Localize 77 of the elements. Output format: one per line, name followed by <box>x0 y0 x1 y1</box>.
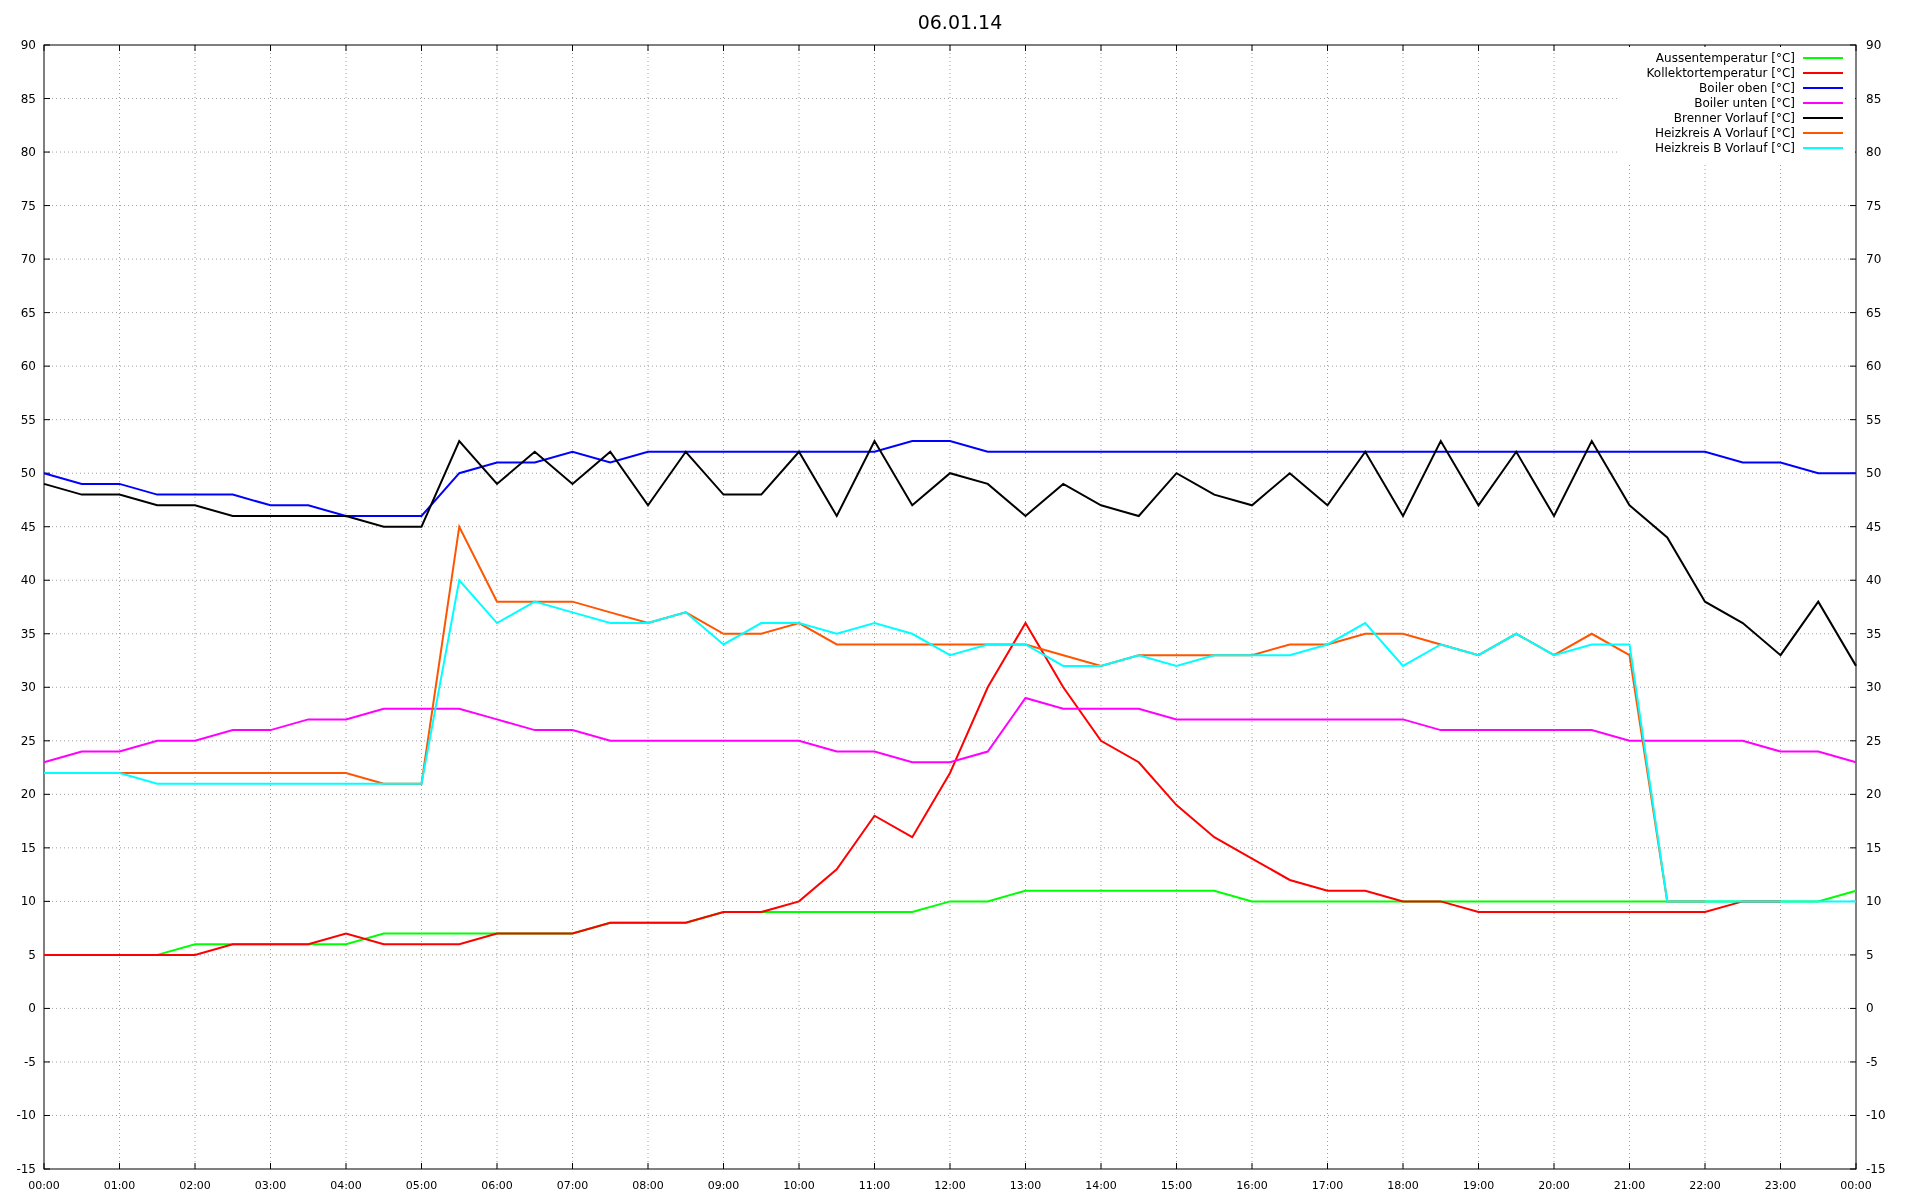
y-tick-label: 80 <box>20 145 36 160</box>
y-tick-label: 55 <box>20 412 36 427</box>
y-tick-label: 60 <box>1866 359 1882 374</box>
y-tick-label: 45 <box>20 519 36 534</box>
y-tick-label: 0 <box>28 1001 36 1016</box>
x-tick-label: 17:00 <box>1311 1179 1344 1192</box>
y-tick-label: 40 <box>20 573 36 588</box>
y-tick-label: 85 <box>1866 91 1882 106</box>
y-tick-label: -15 <box>1866 1162 1886 1176</box>
x-tick-label: 03:00 <box>254 1179 287 1192</box>
x-tick-label: 16:00 <box>1236 1179 1268 1192</box>
y-tick-label: 55 <box>1866 412 1882 427</box>
x-tick-label: 06:00 <box>481 1179 513 1192</box>
x-tick-label: 12:00 <box>934 1179 966 1192</box>
x-tick-label: 23:00 <box>1764 1179 1797 1192</box>
y-tick-label: -15 <box>16 1162 36 1176</box>
y-tick-label: 5 <box>1866 947 1874 962</box>
x-tick-label: 15:00 <box>1160 1179 1193 1192</box>
y-tick-label: -5 <box>1866 1054 1878 1069</box>
y-tick-label: -10 <box>16 1108 36 1123</box>
x-tick-label: 19:00 <box>1462 1179 1495 1192</box>
x-tick-label: 08:00 <box>632 1179 664 1192</box>
y-tick-label: 40 <box>1866 573 1882 588</box>
x-tick-label: 01:00 <box>103 1179 136 1192</box>
chart-title: 06.01.14 <box>917 11 1003 33</box>
y-tick-label: 25 <box>20 733 36 748</box>
y-tick-label: 20 <box>1866 787 1882 802</box>
y-tick-label: -10 <box>1866 1108 1886 1123</box>
y-tick-label: 60 <box>20 359 36 374</box>
x-tick-label: 07:00 <box>556 1179 589 1192</box>
legend-label: Kollektortemperatur [°C] <box>1646 66 1795 80</box>
legend-label: Heizkreis A Vorlauf [°C] <box>1654 126 1795 140</box>
y-tick-label: 35 <box>20 626 36 641</box>
y-tick-label: 50 <box>20 466 36 481</box>
x-tick-label: 02:00 <box>179 1179 211 1192</box>
legend-label: Boiler unten [°C] <box>1694 96 1795 110</box>
x-tick-label: 18:00 <box>1387 1179 1419 1192</box>
x-tick-label: 05:00 <box>405 1179 438 1192</box>
y-tick-label: 30 <box>1866 680 1882 695</box>
y-tick-label: 35 <box>1866 626 1882 641</box>
y-tick-label: 20 <box>20 787 36 802</box>
y-tick-label: 25 <box>1866 733 1882 748</box>
x-tick-label: 20:00 <box>1538 1179 1570 1192</box>
y-tick-label: 75 <box>1866 198 1882 213</box>
y-tick-label: 15 <box>20 840 36 855</box>
legend-label: Brenner Vorlauf [°C] <box>1673 111 1795 125</box>
legend-label: Boiler oben [°C] <box>1699 81 1795 95</box>
y-tick-label: 80 <box>1866 145 1882 160</box>
y-tick-label: 90 <box>1866 38 1882 52</box>
y-tick-label: 30 <box>20 680 36 695</box>
x-tick-label: 00:00 <box>1840 1179 1872 1192</box>
x-tick-label: 21:00 <box>1613 1179 1646 1192</box>
y-tick-label: 65 <box>20 305 36 320</box>
y-tick-label: 10 <box>1866 894 1882 909</box>
x-tick-label: 10:00 <box>783 1179 815 1192</box>
y-tick-label: 45 <box>1866 519 1882 534</box>
x-tick-label: 09:00 <box>707 1179 740 1192</box>
y-tick-label: 10 <box>20 894 36 909</box>
y-tick-label: 5 <box>28 947 36 962</box>
y-tick-label: -5 <box>24 1054 36 1069</box>
y-tick-label: 0 <box>1866 1001 1874 1016</box>
x-tick-label: 14:00 <box>1085 1179 1117 1192</box>
x-tick-label: 04:00 <box>330 1179 362 1192</box>
y-tick-label: 85 <box>20 91 36 106</box>
legend-label: Heizkreis B Vorlauf [°C] <box>1654 141 1795 155</box>
y-tick-label: 70 <box>1866 252 1882 267</box>
y-tick-label: 90 <box>20 38 36 52</box>
x-tick-label: 22:00 <box>1689 1179 1721 1192</box>
y-tick-label: 65 <box>1866 305 1882 320</box>
y-tick-label: 15 <box>1866 840 1882 855</box>
y-tick-label: 50 <box>1866 466 1882 481</box>
y-tick-label: 70 <box>20 252 36 267</box>
legend-label: Aussentemperatur [°C] <box>1655 51 1795 65</box>
x-tick-label: 13:00 <box>1009 1179 1042 1192</box>
y-tick-label: 75 <box>20 198 36 213</box>
x-tick-label: 00:00 <box>28 1179 60 1192</box>
x-tick-label: 11:00 <box>858 1179 891 1192</box>
